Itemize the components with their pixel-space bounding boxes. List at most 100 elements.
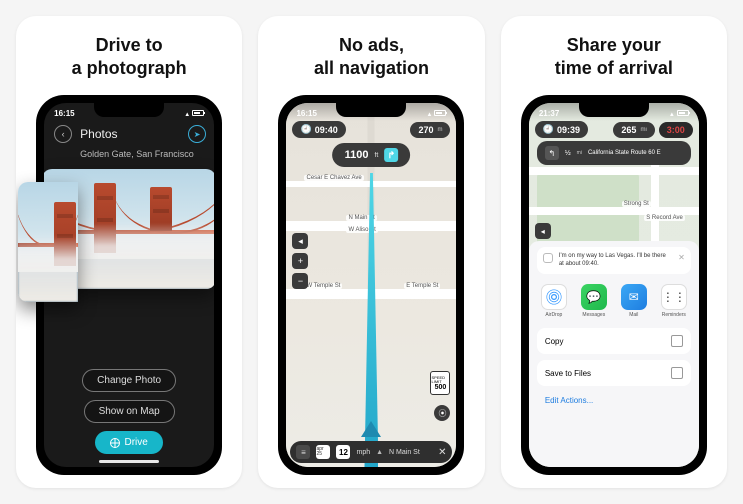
remaining-distance-chip[interactable]: 265 mi xyxy=(613,122,654,138)
phone-frame-2: 16:15 Cesar E Chavez Ave N Main St W Ali… xyxy=(278,95,464,475)
change-photo-button[interactable]: Change Photo xyxy=(82,369,176,392)
copy-action[interactable]: Copy xyxy=(537,328,691,354)
screen-3: 21:37 Strong St S Record Ave 🕘 09:39 xyxy=(529,103,699,467)
street-label: E Temple St xyxy=(404,283,440,289)
copy-label: Copy xyxy=(545,337,564,346)
distance-value: 270 xyxy=(418,125,433,135)
map-zoom-controls: ◂ + − xyxy=(292,233,308,289)
distance-unit: mi xyxy=(640,127,646,133)
status-icons xyxy=(184,109,204,118)
share-airdrop[interactable]: AirDrop xyxy=(539,284,569,318)
street-label: W Temple St xyxy=(304,283,342,289)
banner-road: California State Route 60 E xyxy=(588,150,683,156)
eta-chip[interactable]: 🕘 09:40 xyxy=(292,121,345,138)
eta-time: 09:39 xyxy=(557,125,580,135)
next-turn-banner[interactable]: ↰ ½ mi California State Route 60 E xyxy=(537,141,691,165)
share-mail[interactable]: ✉︎ Mail xyxy=(619,284,649,318)
nav-top-row: 🕘 09:39 265 mi 3:00 xyxy=(535,121,693,138)
status-time: 16:15 xyxy=(54,109,74,118)
battery-icon xyxy=(434,110,446,116)
steering-wheel-icon xyxy=(110,438,120,448)
mail-label: Mail xyxy=(629,312,638,318)
menu-button[interactable]: ≡ xyxy=(296,445,310,459)
photo-overflow xyxy=(18,182,78,302)
mail-icon: ✉︎ xyxy=(621,284,647,310)
turn-left-icon: ↰ xyxy=(545,146,559,160)
current-speed: 12 xyxy=(336,445,350,459)
wifi-icon xyxy=(184,109,190,118)
back-button[interactable]: ‹ xyxy=(54,125,72,143)
remaining-distance-chip[interactable]: 270 m xyxy=(410,122,450,138)
share-messages[interactable]: 💬 Messages xyxy=(579,284,609,318)
share-sheet: I'm on my way to Las Vegas. I'll be ther… xyxy=(529,241,699,467)
header-title: Photos xyxy=(80,127,117,141)
card-3-title: Share your time of arrival xyxy=(535,16,693,93)
road xyxy=(529,207,699,215)
date-chip: apr 25 xyxy=(316,445,330,459)
reminders-icon: ⋮⋮ xyxy=(661,284,687,310)
chevron-left-icon: ‹ xyxy=(62,129,65,139)
street-label: Cesar E Chavez Ave xyxy=(304,175,363,181)
speed-limit-label: SPEED LIMIT xyxy=(431,376,449,384)
distance-value: 265 xyxy=(621,125,636,135)
save-to-files-action[interactable]: Save to Files xyxy=(537,360,691,386)
clock-icon: 🕘 xyxy=(543,124,554,135)
edit-actions-button[interactable]: Edit Actions... xyxy=(537,392,691,409)
photo-location: Golden Gate, San Francisco xyxy=(44,149,214,165)
feature-card-2: No ads, all navigation 16:15 Cesar E Cha… xyxy=(258,16,484,488)
notch xyxy=(336,103,406,117)
current-street: N Main St xyxy=(389,449,420,456)
card-1-title: Drive to a photograph xyxy=(52,16,207,93)
close-nav-button[interactable]: ✕ xyxy=(438,447,446,458)
banner-distance: ½ xyxy=(565,150,571,157)
status-time: 21:37 xyxy=(539,109,559,118)
wifi-icon xyxy=(427,109,433,118)
clock-icon: 🕘 xyxy=(300,124,311,135)
screen-2: 16:15 Cesar E Chavez Ave N Main St W Ali… xyxy=(286,103,456,467)
airdrop-icon xyxy=(541,284,567,310)
status-icons xyxy=(427,109,447,118)
card-2-title: No ads, all navigation xyxy=(294,16,449,93)
speed-limit-sign: SPEED LIMIT 500 xyxy=(430,371,450,395)
copy-icon xyxy=(671,335,683,347)
turn-right-icon: ↱ xyxy=(384,148,398,162)
notch xyxy=(94,103,164,117)
next-turn-chip[interactable]: 1100 ft ↱ xyxy=(333,143,411,167)
battery-icon xyxy=(192,110,204,116)
status-time: 16:15 xyxy=(296,109,316,118)
zoom-in-button[interactable]: + xyxy=(292,253,308,269)
share-reminders[interactable]: ⋮⋮ Reminders xyxy=(659,284,689,318)
share-preview: I'm on my way to Las Vegas. I'll be ther… xyxy=(537,247,691,274)
messages-icon: 💬 xyxy=(581,284,607,310)
traffic-delay-chip[interactable]: 3:00 xyxy=(659,122,693,138)
wifi-icon xyxy=(669,109,675,118)
layers-button[interactable]: ◂ xyxy=(292,233,308,249)
delay-value: 3:00 xyxy=(667,125,685,135)
status-icons xyxy=(669,109,689,118)
distance-unit: m xyxy=(437,127,442,133)
street-label: Strong St xyxy=(622,201,651,207)
save-label: Save to Files xyxy=(545,369,591,378)
turn-distance: 1100 xyxy=(345,149,369,161)
layers-button[interactable]: ◂ xyxy=(535,223,551,239)
reminders-label: Reminders xyxy=(662,312,686,318)
zoom-out-button[interactable]: − xyxy=(292,273,308,289)
drive-button[interactable]: Drive xyxy=(95,431,162,454)
close-sheet-button[interactable]: ✕ xyxy=(678,253,685,262)
share-message: I'm on my way to Las Vegas. I'll be ther… xyxy=(559,253,672,268)
folder-icon xyxy=(671,367,683,379)
nav-bottom-bar: ≡ apr 25 12 mph ▲ N Main St ✕ xyxy=(290,441,452,463)
nav-top-row: 🕘 09:40 270 m xyxy=(292,121,450,138)
battery-icon xyxy=(677,110,689,116)
banner-unit: mi xyxy=(577,150,582,156)
compass-button[interactable]: ➤ xyxy=(188,125,206,143)
street-label: S Record Ave xyxy=(644,215,685,221)
turn-unit: ft xyxy=(374,152,378,159)
eta-chip[interactable]: 🕘 09:39 xyxy=(535,121,588,138)
road xyxy=(529,167,699,175)
show-on-map-button[interactable]: Show on Map xyxy=(84,400,175,423)
phone-frame-3: 21:37 Strong St S Record Ave 🕘 09:39 xyxy=(521,95,707,475)
photo-actions: Change Photo Show on Map Drive xyxy=(44,369,214,454)
feature-card-1: Drive to a photograph 16:15 ‹ Photos ➤ xyxy=(16,16,242,488)
drive-label: Drive xyxy=(124,437,147,448)
